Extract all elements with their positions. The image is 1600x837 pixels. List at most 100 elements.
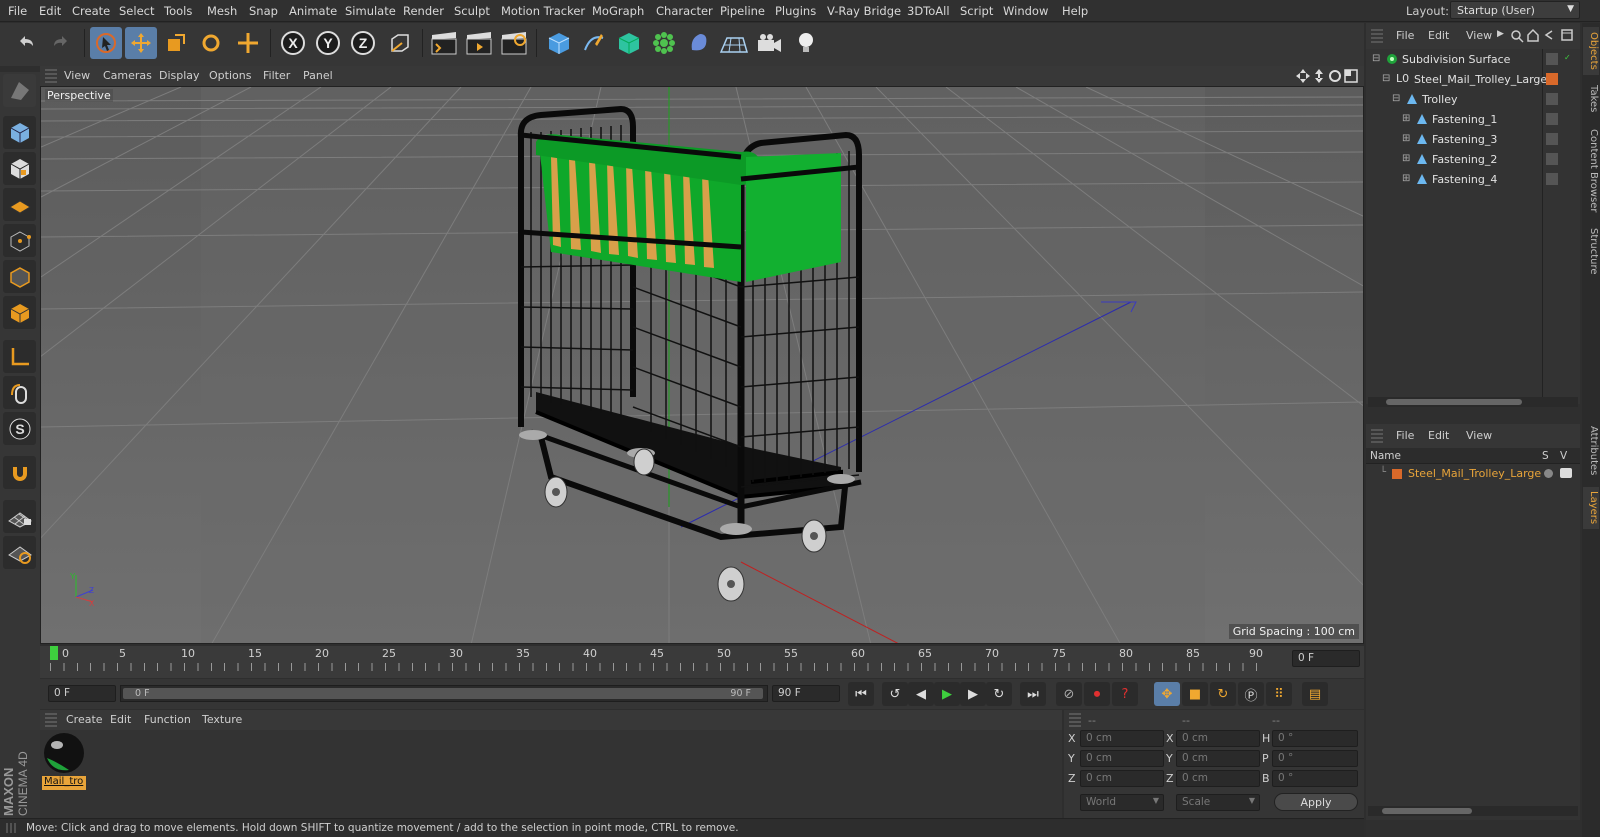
scale-tool-button[interactable] [160, 27, 192, 59]
expand-icon[interactable]: ⊞ [1402, 153, 1410, 164]
collapse-icon[interactable]: ⊟ [1372, 53, 1380, 64]
y-axis-button[interactable]: Y [312, 27, 344, 59]
transform-tool-button[interactable] [232, 27, 264, 59]
edit-toggle-icon[interactable] [1546, 173, 1558, 185]
world-select[interactable]: World ▼ [1080, 794, 1164, 811]
menu-mesh[interactable]: Mesh [207, 4, 237, 18]
tab-takes[interactable]: Takes [1583, 81, 1599, 117]
key-rotation-button[interactable]: ↻ [1210, 682, 1236, 706]
record-keys-button[interactable]: ⊘ [1056, 682, 1082, 706]
key-parameter-button[interactable]: Ⓟ [1238, 682, 1264, 706]
key-scale-button[interactable]: ■ [1182, 682, 1208, 706]
material-menu-texture[interactable]: Texture [202, 713, 242, 726]
key-position-button[interactable]: ✥ [1154, 682, 1180, 706]
edit-toggle-icon[interactable] [1546, 153, 1558, 165]
next-key-button[interactable]: ↻ [986, 682, 1012, 706]
edge-mode-button[interactable] [3, 260, 36, 293]
timeline-track[interactable]: 0 5 10 15 20 25 30 35 40 45 50 55 60 65 … [50, 646, 1263, 678]
frame-range-slider[interactable]: 0 F 90 F [120, 685, 768, 702]
layout-select[interactable]: Startup (User) ▼ [1450, 1, 1580, 19]
solo-dot-icon[interactable] [1544, 469, 1553, 478]
add-light-button[interactable] [790, 27, 822, 59]
workplane-lock-button[interactable] [3, 500, 36, 533]
material-menu-edit[interactable]: Edit [110, 713, 131, 726]
menu-character[interactable]: Character [656, 4, 713, 18]
rot-h-field[interactable]: 0 ° [1272, 730, 1358, 747]
layer-menu-file[interactable]: File [1396, 429, 1414, 442]
x-axis-button[interactable]: X [277, 27, 309, 59]
snap-button[interactable] [3, 456, 36, 489]
add-environment-button[interactable] [718, 27, 750, 59]
point-mode-button[interactable] [3, 224, 36, 257]
object-menu-file[interactable]: File [1396, 29, 1414, 42]
current-frame-field[interactable]: 0 F [1292, 650, 1360, 667]
tab-objects[interactable]: Objects [1583, 27, 1599, 75]
viewport-menu-filter[interactable]: Filter [263, 69, 290, 82]
z-axis-button[interactable]: Z [347, 27, 379, 59]
tab-content-browser[interactable]: Content Browser [1583, 123, 1599, 219]
add-nurbs-button[interactable] [613, 27, 645, 59]
apply-button[interactable]: Apply [1274, 793, 1358, 811]
live-selection-button[interactable] [90, 27, 122, 59]
layer-menu-edit[interactable]: Edit [1428, 429, 1449, 442]
tree-row-fastening-1[interactable]: ⊞ Fastening_1 [1366, 110, 1542, 130]
layer-menu-view[interactable]: View [1466, 429, 1492, 442]
tab-layers[interactable]: Layers [1583, 487, 1599, 529]
scale-select[interactable]: Scale ▼ [1176, 794, 1260, 811]
previous-frame-button[interactable]: ◀ [908, 682, 934, 706]
rot-b-field[interactable]: 0 ° [1272, 770, 1358, 787]
key-pla-button[interactable]: ⠿ [1266, 682, 1292, 706]
object-menu-view[interactable]: View [1466, 29, 1492, 42]
rotate-tool-button[interactable] [195, 27, 227, 59]
menu-plugins[interactable]: Plugins [775, 4, 816, 18]
edit-toggle-icon[interactable] [1546, 133, 1558, 145]
menu-edit[interactable]: Edit [39, 4, 61, 18]
menu-motion-tracker[interactable]: Motion Tracker [501, 4, 585, 18]
menu-sculpt[interactable]: Sculpt [454, 4, 490, 18]
3d-viewport[interactable]: Y Z X Perspective Grid Spacing : 100 cm [40, 86, 1364, 644]
go-to-end-button[interactable]: ⏭ [1020, 682, 1046, 706]
scroll-thumb[interactable] [1386, 399, 1522, 405]
next-frame-button[interactable]: ▶ [960, 682, 986, 706]
object-menu-edit[interactable]: Edit [1428, 29, 1449, 42]
tweak-mode-button[interactable] [3, 376, 36, 409]
end-frame-field[interactable]: 90 F [772, 685, 840, 702]
expand-icon[interactable]: ⊞ [1402, 133, 1410, 144]
make-editable-button[interactable] [3, 74, 36, 107]
menu-create[interactable]: Create [72, 4, 110, 18]
material-name[interactable]: Mail_tro [42, 776, 86, 790]
timeline-window-button[interactable]: ▤ [1302, 682, 1328, 706]
size-z-field[interactable]: 0 cm [1176, 770, 1260, 787]
back-arrow-icon[interactable] [1542, 28, 1556, 42]
frame-range-thumb[interactable]: 0 F 90 F [123, 688, 763, 699]
add-cube-button[interactable] [543, 27, 575, 59]
render-settings-button[interactable] [498, 27, 530, 59]
tab-structure[interactable]: Structure [1583, 223, 1599, 279]
add-deformer-button[interactable] [683, 27, 715, 59]
tree-row-trolley[interactable]: ⊟ Trolley [1366, 90, 1542, 110]
start-frame-field[interactable]: 0 F [48, 685, 116, 702]
orbit-view-icon[interactable] [1328, 69, 1342, 83]
render-picture-viewer-button[interactable] [463, 27, 495, 59]
layer-color-swatch[interactable] [1392, 469, 1402, 479]
texture-mode-button[interactable] [3, 152, 36, 185]
tree-row-steel-mail-trolley[interactable]: ⊟ L0 Steel_Mail_Trolley_Large [1366, 70, 1547, 90]
menu-vray-bridge[interactable]: V-Ray Bridge [827, 4, 901, 18]
viewport-menu-cameras[interactable]: Cameras [103, 69, 152, 82]
material-item[interactable]: Mail_tro [42, 732, 86, 790]
menu-tools[interactable]: Tools [164, 4, 192, 18]
menu-simulate[interactable]: Simulate [345, 4, 396, 18]
pos-y-field[interactable]: 0 cm [1080, 750, 1164, 767]
maximize-view-icon[interactable] [1344, 69, 1358, 83]
layer-name[interactable]: Steel_Mail_Trolley_Large [1408, 467, 1541, 480]
layer-color-swatch[interactable] [1546, 73, 1558, 85]
pos-x-field[interactable]: 0 cm [1080, 730, 1164, 747]
viewport-menu-view[interactable]: View [64, 69, 90, 82]
redo-button[interactable] [45, 27, 77, 59]
menu-pipeline[interactable]: Pipeline [720, 4, 765, 18]
tab-attributes[interactable]: Attributes [1583, 419, 1599, 483]
pan-view-icon[interactable] [1296, 69, 1310, 83]
size-x-field[interactable]: 0 cm [1176, 730, 1260, 747]
edit-toggle-icon[interactable] [1546, 113, 1558, 125]
eye-icon[interactable] [1560, 468, 1572, 478]
